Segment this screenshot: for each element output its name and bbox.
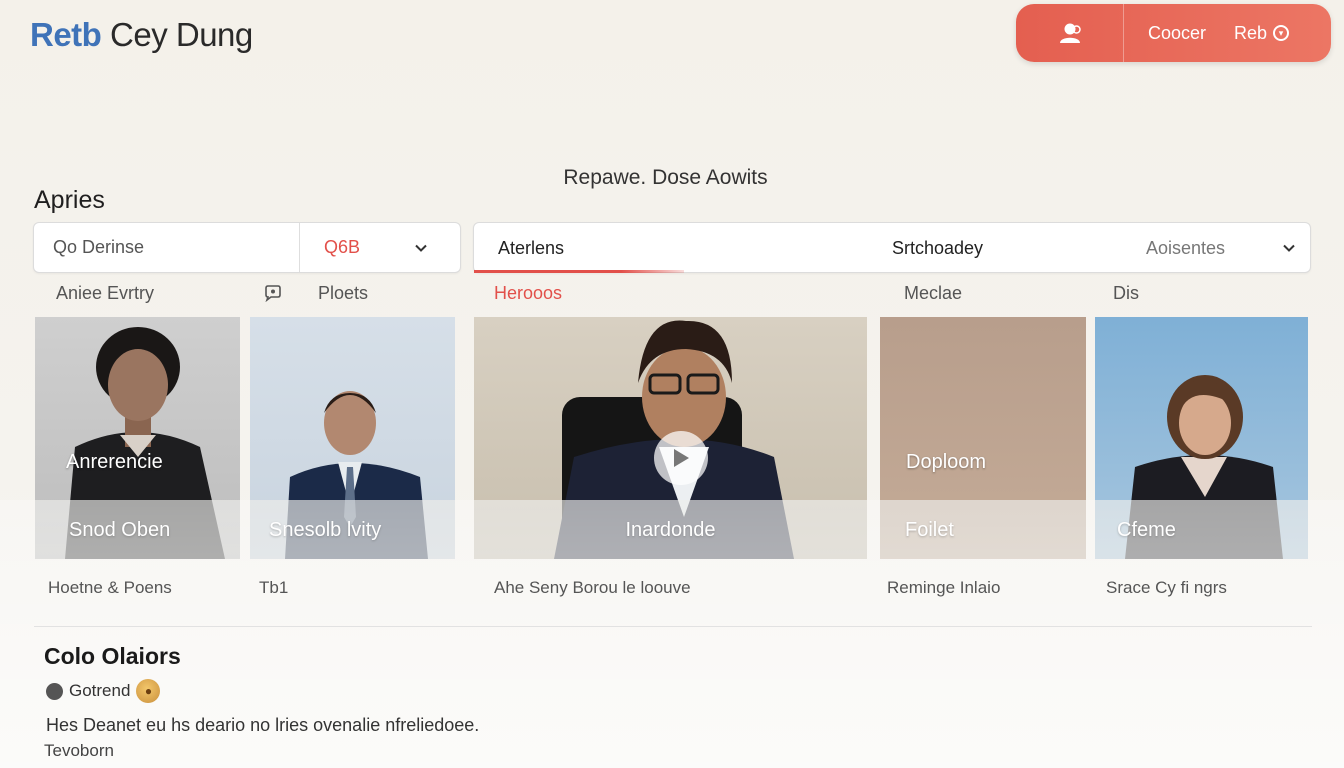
column-label-4: Meclae: [904, 283, 963, 303]
card-subtitle: Inardonde: [625, 519, 716, 541]
page-title: Repawe. Dose Aowits: [563, 166, 768, 189]
card-caption: Ahe Seny Borou le loouve: [494, 578, 691, 597]
section-divider: [34, 626, 1312, 627]
brand-logo[interactable]: Retb Cey Dung: [30, 16, 253, 54]
account-pill: Coocer Reb ▾: [1016, 4, 1331, 62]
author-meta[interactable]: Gotrend ●: [46, 679, 161, 703]
search-input[interactable]: [34, 223, 300, 272]
column-label-2: Ploets: [318, 283, 369, 303]
user-button[interactable]: [1016, 4, 1124, 62]
play-icon: [674, 449, 689, 467]
chevron-down-icon[interactable]: [1282, 241, 1296, 255]
profile-card[interactable]: Snesolb lvity: [250, 317, 455, 559]
play-button[interactable]: [654, 431, 708, 485]
column-label-3: Herooos: [494, 283, 563, 303]
chevron-down-icon[interactable]: [414, 241, 428, 255]
comment-icon: [46, 682, 63, 700]
profile-card[interactable]: Anrerencie Snod Oben: [35, 317, 240, 559]
column-label-1: Aniee Evrtry: [56, 283, 155, 303]
tab-aterlens[interactable]: Aterlens: [498, 238, 564, 259]
tab-bar: Aterlens Srtchoadey Aoisentes: [473, 222, 1311, 273]
pill-link-primary[interactable]: Coocer: [1148, 23, 1206, 44]
card-caption: Hoetne & Poens: [48, 578, 172, 597]
tab-srtchoadey[interactable]: Srtchoadey: [892, 238, 983, 259]
emoji-icon: ●: [136, 679, 161, 703]
tab-aoisentes[interactable]: Aoisentes: [1146, 238, 1225, 259]
active-tab-indicator: [474, 270, 684, 273]
card-caption: Tb1: [259, 578, 289, 597]
column-label-5: Dis: [1113, 283, 1139, 303]
circle-chevron-icon: ▾: [1273, 25, 1290, 41]
card-subtitle: Snesolb lvity: [269, 519, 382, 541]
search-filter-bar: Q6B: [33, 222, 461, 273]
pill-link-secondary-label: Reb: [1234, 22, 1268, 43]
card-caption: Reminge Inlaio: [887, 578, 1001, 597]
bottom-tag: Tevoborn: [44, 741, 114, 760]
pill-link-secondary[interactable]: Reb ▾: [1234, 22, 1290, 44]
card-caption: Srace Cy fi ngrs: [1106, 578, 1227, 597]
chat-bubble-icon: [265, 285, 281, 302]
card-subtitle: Foilet: [905, 519, 954, 541]
user-group-icon: [1059, 23, 1081, 43]
profile-card[interactable]: Doploom Foilet: [880, 317, 1086, 559]
video-card[interactable]: Inardonde: [474, 317, 867, 559]
author-name: Gotrend: [69, 681, 131, 700]
card-subtitle: Cfeme: [1117, 519, 1176, 541]
brand-logo-part-2: Cey Dung: [101, 16, 253, 53]
bottom-description: Hes Deanet eu hs deario no lries ovenali…: [46, 715, 480, 735]
brand-logo-part-1: Retb: [30, 16, 102, 53]
bottom-section-title: Colo Olaiors: [44, 643, 181, 669]
section-title: Apries: [34, 186, 105, 214]
card-title: Anrerencie: [66, 451, 163, 473]
filter-select-value[interactable]: Q6B: [324, 237, 414, 258]
card-title: Doploom: [906, 451, 987, 473]
profile-card[interactable]: Cfeme: [1095, 317, 1308, 559]
card-subtitle: Snod Oben: [69, 519, 171, 541]
